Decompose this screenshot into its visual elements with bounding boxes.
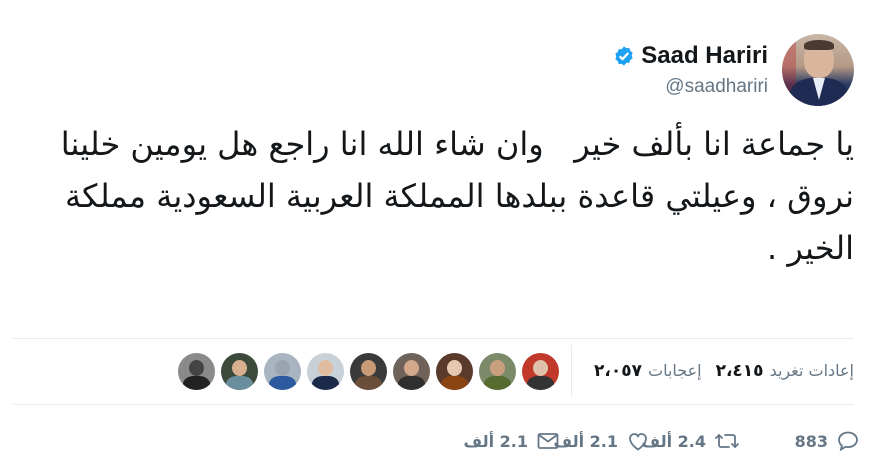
liker-avatar[interactable] [221,352,259,390]
like-count: 2.1 ألف [553,431,618,451]
liker-avatar[interactable] [350,352,388,390]
direct-message-button[interactable]: 2.1 ألف [464,424,560,458]
likes-stat-count: ٢،٠٥٧ [594,361,642,381]
retweet-button[interactable]: 2.4 ألف [642,424,740,458]
retweet-icon [714,429,740,453]
divider-bottom [13,404,854,405]
author-avatar[interactable] [782,34,854,106]
liker-avatar[interactable] [479,352,517,390]
tweet-text: يا جماعة انا بألف خير وان شاء الله انا ر… [50,125,854,267]
like-button[interactable]: 2.1 ألف [554,424,650,458]
author-display-name[interactable]: Saad Hariri [641,42,768,70]
dm-share-count: 2.1 ألف [463,431,528,451]
tweet-header: Saad Hariri @saadhariri [613,32,854,108]
likers-avatars [178,352,560,390]
likes-stat-label: إعجابات [648,361,702,380]
stats-separator [571,345,573,397]
tweet-actions: 883 2.4 ألف 2.1 ألف 2.1 ألف [460,424,860,458]
retweets-stat-label: إعادات تغريد [769,361,854,380]
envelope-icon [536,429,560,453]
reply-button[interactable]: 883 [795,424,860,458]
liker-avatar[interactable] [178,352,216,390]
liker-avatar[interactable] [393,352,431,390]
liker-avatar[interactable] [436,352,474,390]
liker-avatar[interactable] [264,352,302,390]
retweet-count: 2.4 ألف [641,431,706,451]
liker-avatar[interactable] [522,352,560,390]
heart-icon [626,429,650,453]
reply-icon [836,429,860,453]
retweets-stat[interactable]: ٢،٤١٥ إعادات تغريد [716,361,854,381]
likes-stat[interactable]: ٢،٠٥٧ إعجابات [594,361,702,381]
liker-avatar[interactable] [307,352,345,390]
reply-count: 883 [794,431,828,451]
verified-badge-icon [613,45,635,67]
retweets-stat-count: ٢،٤١٥ [715,361,764,381]
author-handle[interactable]: @saadhariri [665,76,768,98]
tweet-stats: ٢،٤١٥ إعادات تغريد ٢،٠٥٧ إعجابات [13,338,854,404]
author-names: Saad Hariri @saadhariri [613,42,768,98]
